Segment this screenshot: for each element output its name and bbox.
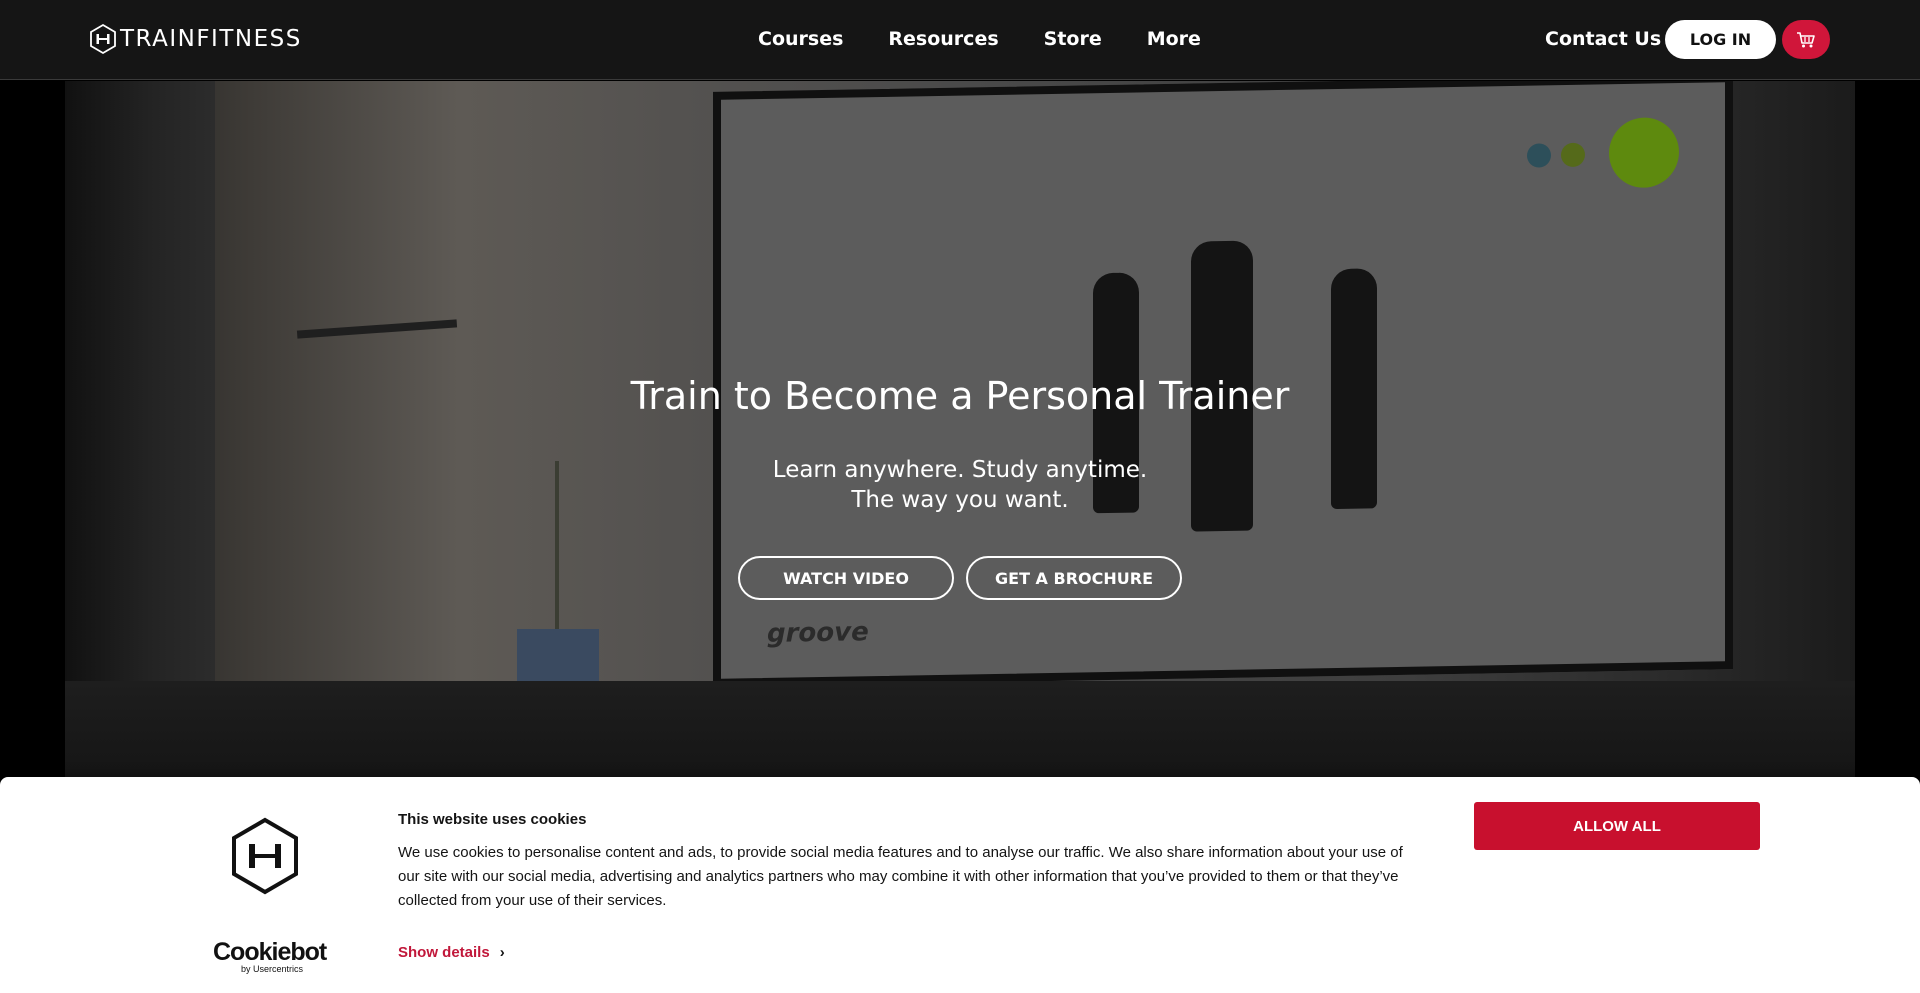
allow-all-button[interactable]: ALLOW ALL — [1474, 802, 1760, 850]
hero-subtitle-line-1: Learn anywhere. Study anytime. — [772, 457, 1148, 483]
hero-title: Train to Become a Personal Trainer — [630, 374, 1290, 418]
cookie-title: This website uses cookies — [398, 811, 587, 828]
cookiebot-logo[interactable]: Cookiebot by Usercentrics — [213, 938, 327, 974]
chevron-right-icon: › — [499, 944, 505, 961]
watch-video-button[interactable]: WATCH VIDEO — [738, 556, 954, 600]
cookiebot-name: Cookiebot — [213, 938, 327, 966]
show-details-label: Show details — [398, 944, 490, 961]
get-brochure-button[interactable]: GET A BROCHURE — [966, 556, 1182, 600]
hero-subtitle-line-2: The way you want. — [851, 487, 1069, 513]
cookie-banner: Cookiebot by Usercentrics This website u… — [0, 777, 1920, 993]
cookie-description: We use cookies to personalise content an… — [398, 844, 1403, 909]
dumbbell-hexagon-icon — [232, 817, 298, 895]
hero-subtitle: Learn anywhere. Study anytime. The way y… — [0, 455, 1920, 515]
show-details-link[interactable]: Show details › — [398, 944, 505, 961]
hero-content: Train to Become a Personal Trainer Learn… — [0, 0, 1920, 781]
